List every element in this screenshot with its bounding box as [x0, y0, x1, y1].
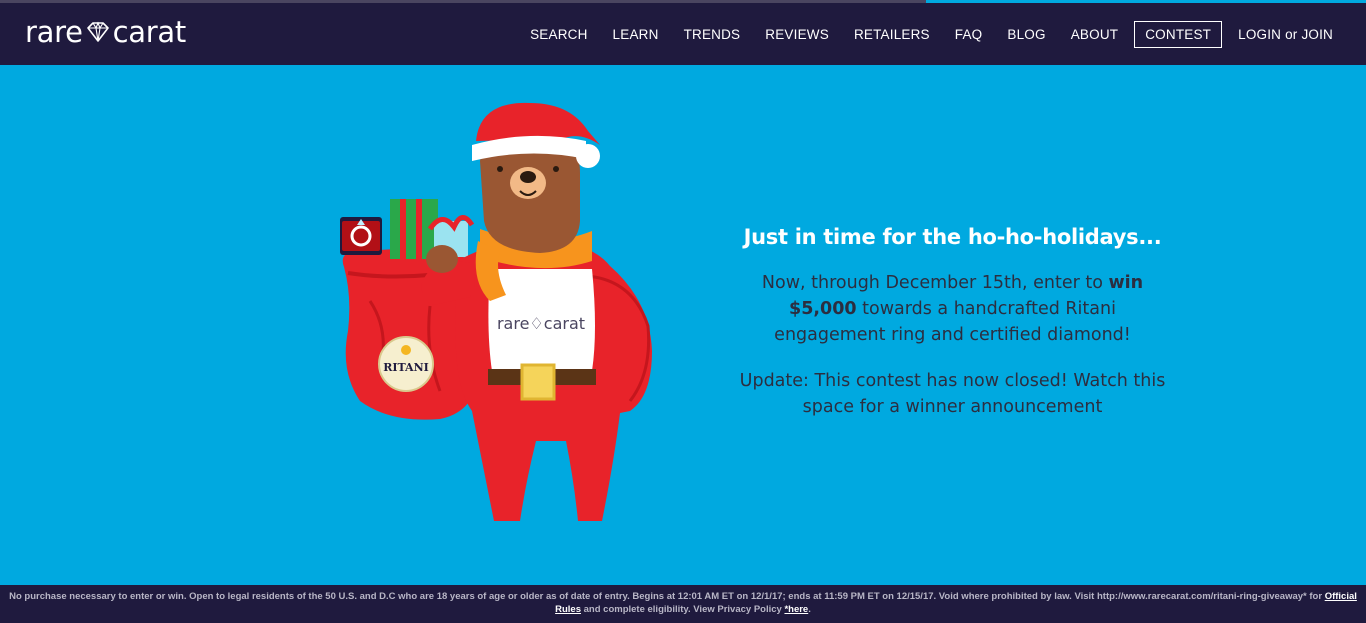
nav-about[interactable]: ABOUT — [1071, 27, 1119, 42]
privacy-policy-here-link[interactable]: *here — [784, 604, 808, 615]
nav-login-join[interactable]: LOGIN or JOIN — [1238, 27, 1333, 42]
nav-learn[interactable]: LEARN — [613, 27, 659, 42]
rarecarat-logo[interactable]: rare carat — [25, 15, 186, 49]
footer-eligibility-text: and complete eligibility. View Privacy P… — [581, 604, 785, 615]
ring-box — [340, 217, 382, 255]
santa-bear-illustration: RITANI rare♢carat — [340, 102, 652, 521]
navbar: rare carat SEARCH LEARN TRENDS REVIEWS R… — [0, 3, 1366, 65]
logo-word-carat: carat — [112, 15, 187, 49]
nav-retailers[interactable]: RETAILERS — [854, 27, 930, 42]
bear-head — [480, 141, 580, 253]
hero-headline: Just in time for the ho-ho-holidays... — [743, 225, 1162, 249]
diamond-icon — [86, 21, 109, 42]
nav-faq[interactable]: FAQ — [955, 27, 983, 42]
ritani-badge: RITANI — [378, 336, 434, 392]
ritani-badge-label: RITANI — [383, 361, 429, 374]
logo-word-rare: rare — [25, 15, 83, 49]
contest-description: Now, through December 15th, enter to win… — [743, 270, 1163, 348]
nav-reviews[interactable]: REVIEWS — [765, 27, 829, 42]
contest-closed-update: Update: This contest has now closed! Wat… — [739, 371, 1166, 417]
belt-buckle — [520, 363, 556, 401]
legal-footer: No purchase necessary to enter or win. O… — [0, 585, 1366, 623]
nav-trends[interactable]: TRENDS — [684, 27, 741, 42]
nav-contest-button[interactable]: CONTEST — [1134, 20, 1223, 48]
contest-prize-amount: $5,000 — [789, 299, 857, 319]
nav-blog[interactable]: BLOG — [1007, 27, 1045, 42]
nav-search[interactable]: SEARCH — [530, 27, 587, 42]
footer-legal-text: No purchase necessary to enter or win. O… — [9, 591, 1325, 602]
shirt-logo: rare♢carat — [497, 314, 585, 333]
contest-text-intro: Now, through December 15th, enter to — [761, 273, 1109, 293]
contest-copy: Just in time for the ho-ho-holidays... N… — [715, 225, 1190, 420]
bear-paw — [426, 245, 458, 273]
footer-period: . — [808, 604, 811, 615]
contest-text-win: win — [1108, 273, 1144, 293]
contest-hero: RITANI rare♢carat Just in time for the h… — [0, 65, 1366, 585]
main-nav: SEARCH LEARN TRENDS REVIEWS RETAILERS FA… — [505, 3, 1366, 65]
